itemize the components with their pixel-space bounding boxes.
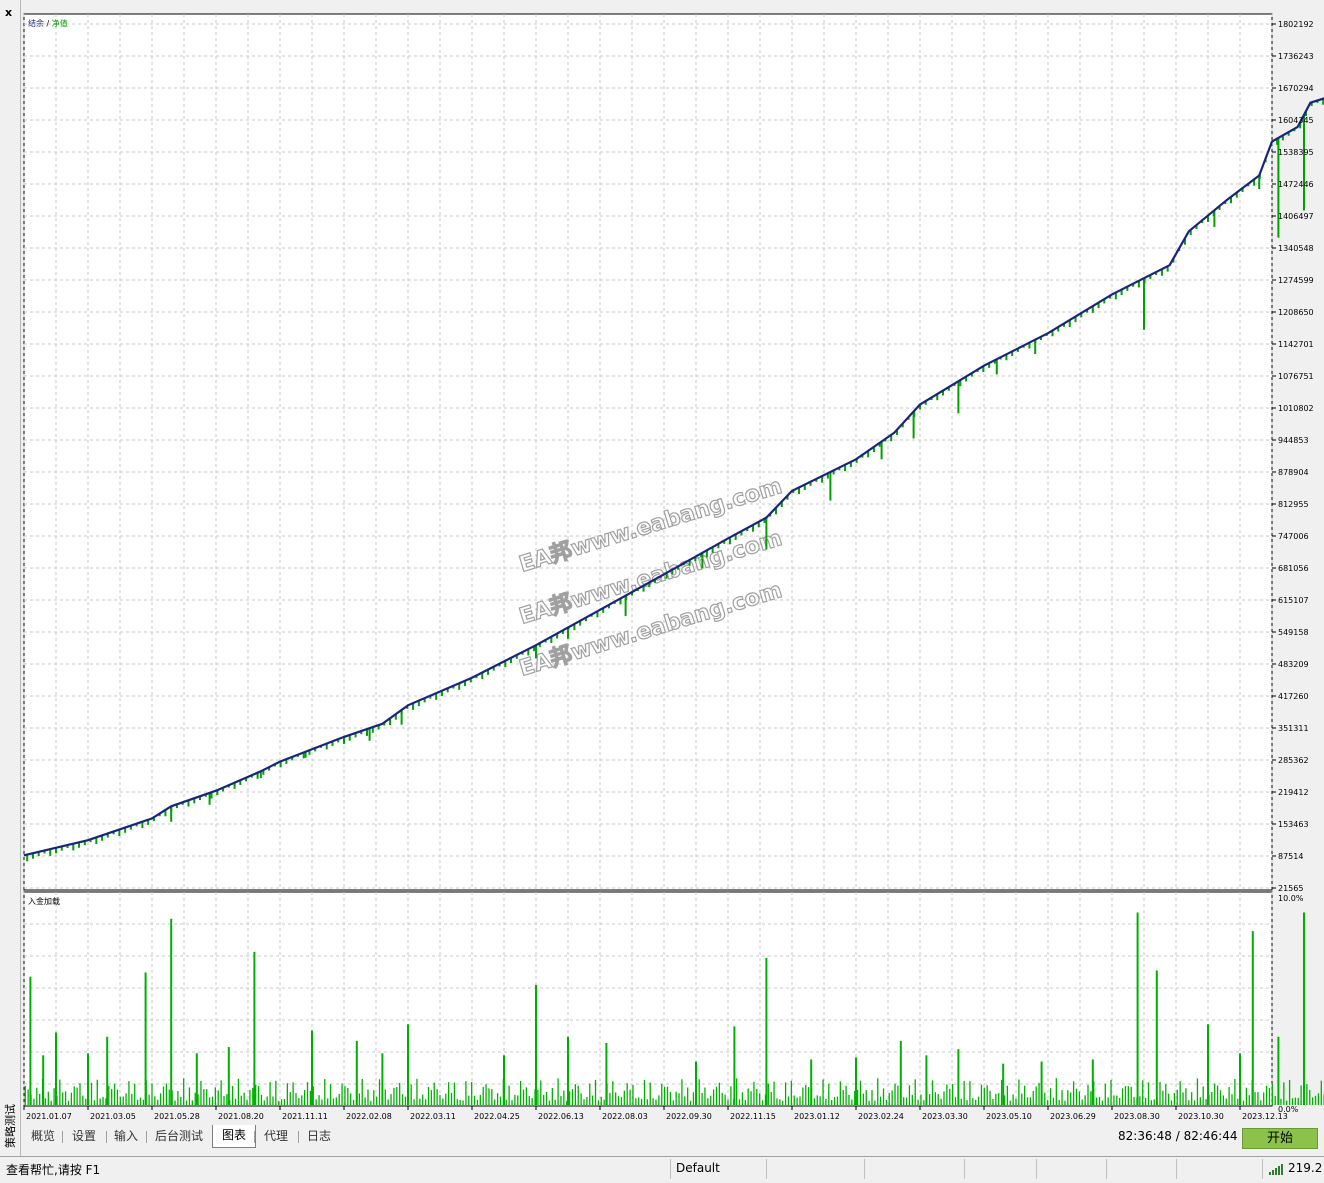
y-tick-label: 747006 [1278,532,1309,541]
x-tick-label: 2022.11.15 [730,1112,776,1121]
tab-6[interactable]: 日志 [298,1126,340,1147]
x-tick-label: 2022.08.03 [602,1112,648,1121]
x-axis-labels: 2021.01.07 2021.03.05 2021.05.28 2021.08.20… [23,1106,1288,1121]
close-icon[interactable]: x [5,6,12,19]
y-tick-label: 1406497 [1278,212,1314,221]
tab-1[interactable]: 设置 [62,1126,106,1147]
x-tick-label: 2022.02.08 [346,1112,392,1121]
signal-bars-icon [1269,1164,1283,1175]
legend-balance: 结余 / 净值 [28,18,68,28]
y-tick-label: 285362 [1278,756,1309,765]
connection-speed: 219.2 [1288,1161,1323,1175]
y-tick-label: 1670294 [1278,84,1314,93]
x-tick-label: 2021.11.11 [282,1112,328,1121]
y-tick-label: 1142701 [1278,340,1314,349]
x-tick-label: 2022.06.13 [538,1112,584,1121]
legend-equity-label: 净值 [52,18,68,28]
y-axis-labels: 21565 87514 153463 219412 285362 351311 417260… [1272,20,1314,1114]
tab-5[interactable]: 代理 [254,1126,298,1147]
y-tick-label: 1274599 [1278,276,1314,285]
x-tick-label: 2023.08.30 [1114,1112,1160,1121]
y-tick-label: 1802192 [1278,20,1314,29]
status-bar: 查看帮忙,请按 F1 Default 219.2 [0,1156,1324,1183]
status-help-text: 查看帮忙,请按 F1 [6,1163,101,1177]
y-tick-label: 1472446 [1278,180,1314,189]
strategy-tester-vertical-label: 策略测试 [4,1104,17,1148]
y-tick-label: 153463 [1278,820,1309,829]
tab-2[interactable]: 输入 [106,1126,146,1147]
y-tick-label: 21565 [1278,884,1303,893]
y-tick-label: 417260 [1278,692,1309,701]
tab-0[interactable]: 概览 [24,1126,62,1147]
y-tick-label: 681056 [1278,564,1309,573]
y-tick-label: 1208650 [1278,308,1314,317]
equity-plot-area [23,13,1273,891]
y-tick-label: 1340548 [1278,244,1314,253]
y-tick-label: 1604345 [1278,116,1314,125]
y-tick-label: 87514 [1278,852,1303,861]
y-tick-label: 1076751 [1278,372,1314,381]
y-tick-label: 1010802 [1278,404,1314,413]
tab-4[interactable]: 图表 [212,1125,256,1148]
x-tick-label: 2021.08.20 [218,1112,264,1121]
y-tick-label: 878904 [1278,468,1309,477]
y-tick-label: 1538395 [1278,148,1314,157]
status-separator [964,1159,965,1179]
x-tick-label: 2021.01.07 [26,1112,72,1121]
y-tick-label: 483209 [1278,660,1309,669]
status-separator [1036,1159,1037,1179]
x-tick-label: 2023.05.10 [986,1112,1032,1121]
status-separator [864,1159,865,1179]
start-button[interactable]: 开始 [1242,1128,1318,1149]
legend-balance-label: 结余 [28,18,44,28]
load-y-tick-label: 10.0% [1278,894,1304,903]
y-tick-label: 1736243 [1278,52,1314,61]
y-tick-label: 615107 [1278,596,1309,605]
x-tick-label: 2022.04.25 [474,1112,520,1121]
status-separator [1106,1159,1107,1179]
x-tick-label: 2021.03.05 [90,1112,136,1121]
backtest-chart: EA邦www.eabang.comEA邦www.eabang.comEA邦www… [23,13,1324,1121]
tab-3[interactable]: 后台测试 [146,1126,212,1147]
x-tick-label: 2023.03.30 [922,1112,968,1121]
status-separator [1262,1159,1263,1179]
x-tick-label: 2023.06.29 [1050,1112,1096,1121]
x-tick-label: 2022.09.30 [666,1112,712,1121]
x-tick-label: 2023.01.12 [794,1112,840,1121]
status-profile: Default [676,1161,720,1175]
load-panel-label: 入金加载 [28,896,60,906]
tester-side-strip: x 策略测试 [0,0,21,1156]
x-tick-label: 2023.10.30 [1178,1112,1224,1121]
x-tick-label: 2023.12.13 [1242,1112,1288,1121]
test-timer: 82:36:48 / 82:46:44 [1118,1129,1238,1143]
y-tick-label: 351311 [1278,724,1309,733]
y-tick-label: 219412 [1278,788,1309,797]
y-tick-label: 944853 [1278,436,1309,445]
status-separator [670,1159,671,1179]
x-tick-label: 2023.02.24 [858,1112,904,1121]
y-tick-label: 549158 [1278,628,1309,637]
x-tick-label: 2022.03.11 [410,1112,456,1121]
status-separator [1176,1159,1177,1179]
status-separator [766,1159,767,1179]
strategy-tester-panel: x 策略测试 EA邦www.eabang.com EA邦www.eabang.co… [0,0,1324,1156]
y-tick-label: 812955 [1278,500,1309,509]
x-tick-label: 2021.05.28 [154,1112,200,1121]
